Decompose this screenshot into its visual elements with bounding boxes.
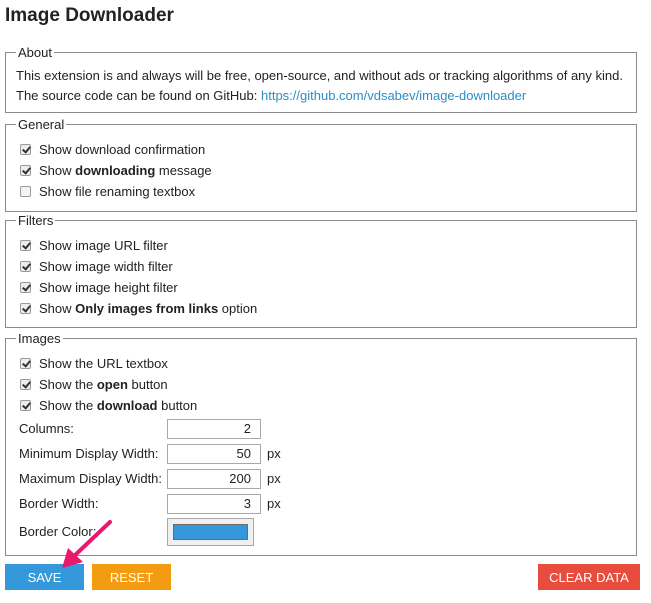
url-textbox-checkbox[interactable] bbox=[20, 357, 31, 369]
min-width-input[interactable]: 50 bbox=[167, 444, 261, 464]
option-label: Show image URL filter bbox=[39, 237, 168, 253]
about-section: About This extension is and always will … bbox=[5, 45, 637, 113]
general-section: General Show download confirmation Show … bbox=[5, 117, 637, 212]
columns-label: Columns: bbox=[19, 421, 74, 436]
show-image-width-filter-option[interactable]: Show image width filter bbox=[20, 258, 173, 274]
show-url-textbox-option[interactable]: Show the URL textbox bbox=[20, 355, 168, 371]
show-downloading-message-option[interactable]: Show downloading message bbox=[20, 162, 212, 178]
option-label: Show image height filter bbox=[39, 279, 178, 295]
downloading-message-checkbox[interactable] bbox=[20, 164, 31, 176]
open-button-checkbox[interactable] bbox=[20, 378, 31, 390]
about-legend: About bbox=[16, 45, 54, 60]
images-legend: Images bbox=[16, 331, 63, 346]
option-label: Show downloading message bbox=[39, 162, 212, 178]
border-color-picker[interactable] bbox=[167, 518, 254, 546]
min-width-label: Minimum Display Width: bbox=[19, 446, 159, 461]
option-label: Show the open button bbox=[39, 376, 168, 392]
min-width-unit: px bbox=[267, 446, 281, 461]
show-download-confirmation-option[interactable]: Show download confirmation bbox=[20, 141, 205, 157]
page-title: Image Downloader bbox=[5, 5, 174, 26]
show-download-button-option[interactable]: Show the download button bbox=[20, 397, 197, 413]
github-link[interactable]: https://github.com/vdsabev/image-downloa… bbox=[261, 88, 526, 103]
filters-section: Filters Show image URL filter Show image… bbox=[5, 213, 637, 328]
option-label: Show the URL textbox bbox=[39, 355, 168, 371]
border-color-swatch bbox=[173, 524, 248, 540]
about-source-line: The source code can be found on GitHub: … bbox=[16, 88, 526, 104]
image-url-filter-checkbox[interactable] bbox=[20, 239, 31, 251]
file-renaming-textbox-checkbox[interactable] bbox=[20, 185, 31, 197]
border-width-unit: px bbox=[267, 496, 281, 511]
show-image-url-filter-option[interactable]: Show image URL filter bbox=[20, 237, 168, 253]
about-description: This extension is and always will be fre… bbox=[16, 68, 623, 83]
download-button-checkbox[interactable] bbox=[20, 399, 31, 411]
filters-legend: Filters bbox=[16, 213, 56, 228]
max-width-unit: px bbox=[267, 471, 281, 486]
option-label: Show image width filter bbox=[39, 258, 173, 274]
border-width-label: Border Width: bbox=[19, 496, 99, 511]
only-images-from-links-checkbox[interactable] bbox=[20, 302, 31, 314]
clear-data-button[interactable]: CLEAR DATA bbox=[538, 564, 640, 590]
image-height-filter-checkbox[interactable] bbox=[20, 281, 31, 293]
general-legend: General bbox=[16, 117, 67, 132]
show-file-renaming-textbox-option[interactable]: Show file renaming textbox bbox=[20, 183, 195, 199]
show-image-height-filter-option[interactable]: Show image height filter bbox=[20, 279, 178, 295]
about-source-text: The source code can be found on GitHub: bbox=[16, 88, 261, 103]
border-width-input[interactable]: 3 bbox=[167, 494, 261, 514]
show-open-button-option[interactable]: Show the open button bbox=[20, 376, 168, 392]
max-width-label: Maximum Display Width: bbox=[19, 471, 163, 486]
option-label: Show the download button bbox=[39, 397, 198, 413]
option-label: Show download confirmation bbox=[39, 141, 206, 157]
image-width-filter-checkbox[interactable] bbox=[20, 260, 31, 272]
pointer-arrow-icon bbox=[62, 520, 112, 568]
option-label: Show file renaming textbox bbox=[39, 183, 196, 199]
columns-input[interactable]: 2 bbox=[167, 419, 261, 439]
show-only-images-from-links-option[interactable]: Show Only images from links option bbox=[20, 300, 257, 316]
max-width-input[interactable]: 200 bbox=[167, 469, 261, 489]
option-label: Show Only images from links option bbox=[39, 300, 258, 316]
download-confirmation-checkbox[interactable] bbox=[20, 143, 31, 155]
